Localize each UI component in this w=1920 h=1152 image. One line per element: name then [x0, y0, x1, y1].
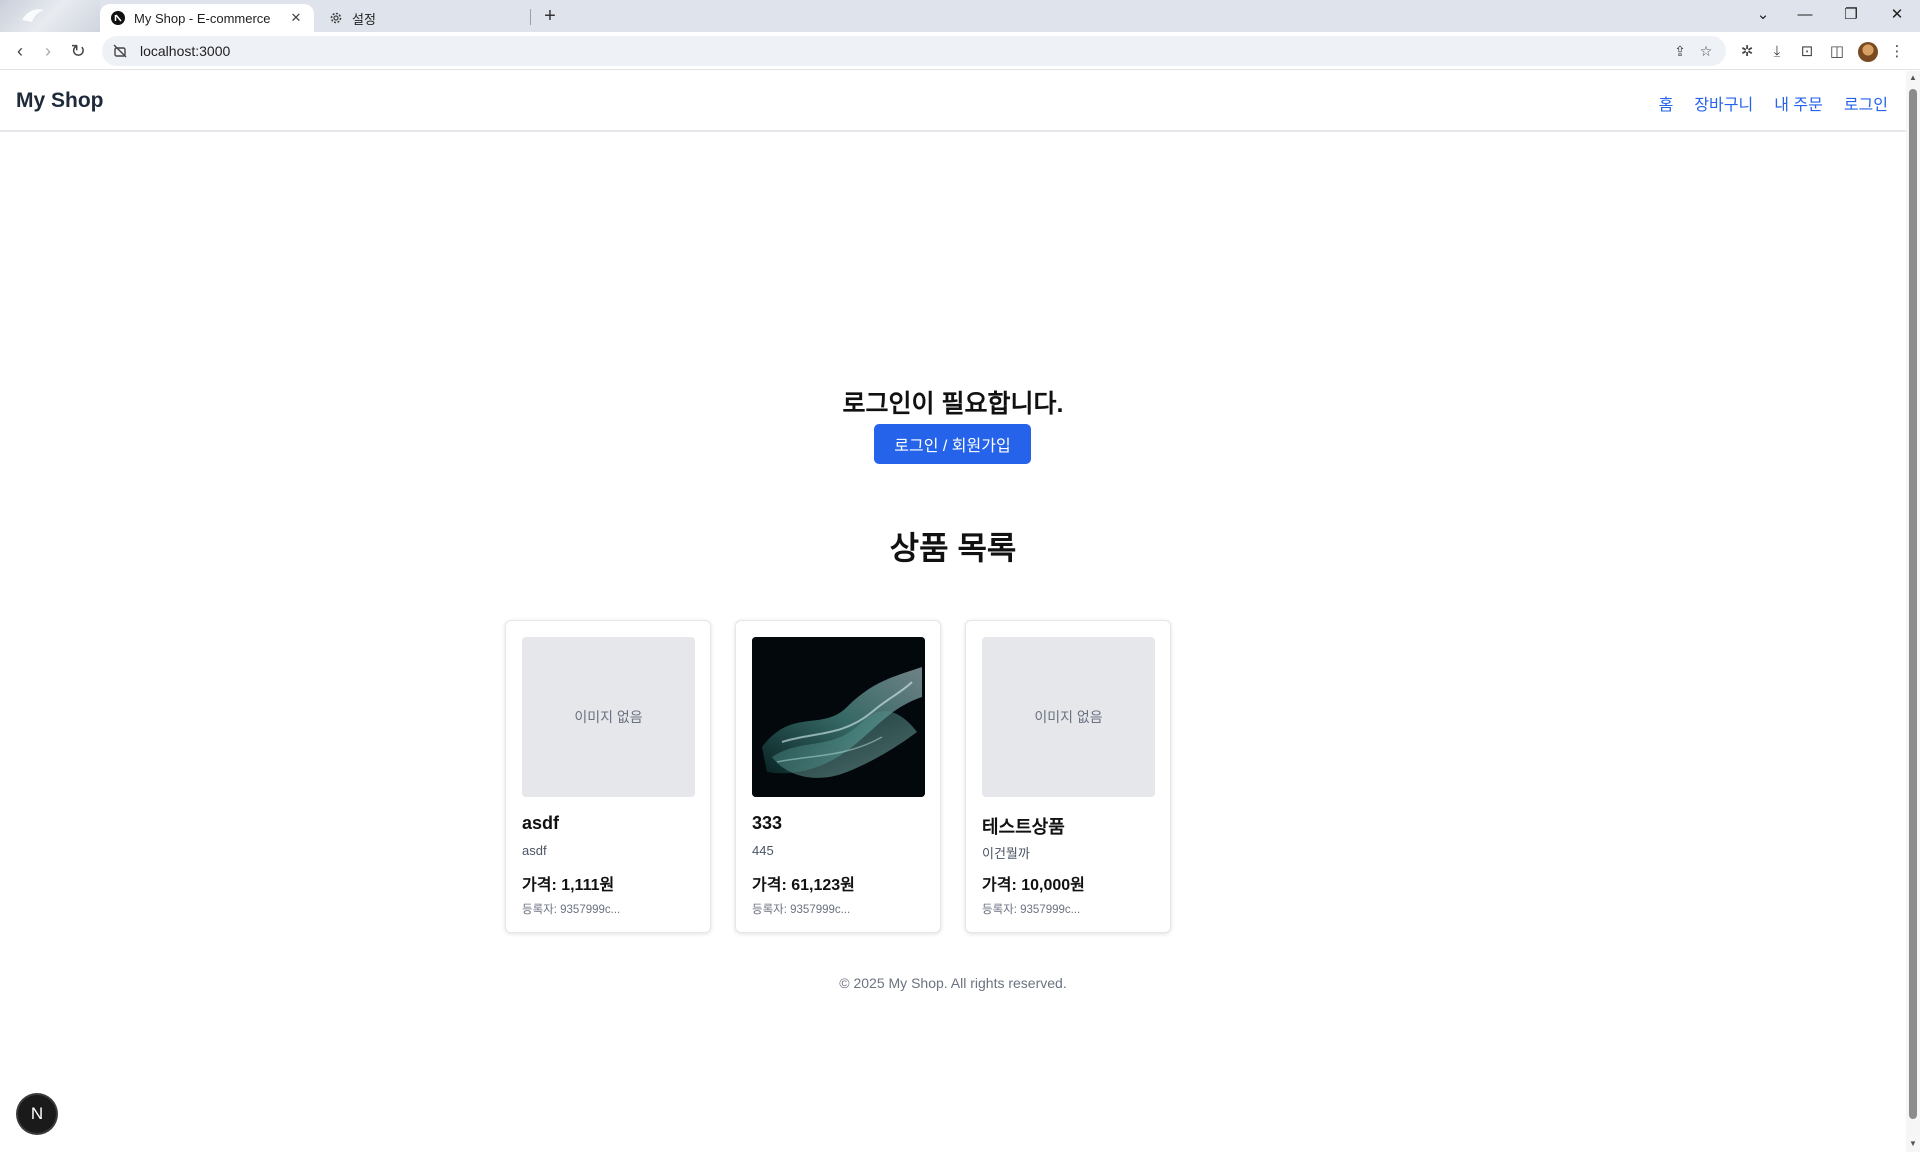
product-seller: 등록자: 9357999c... [522, 904, 621, 916]
nav-orders-link[interactable]: 내 주문 [1774, 91, 1823, 115]
nextjs-icon [110, 10, 126, 26]
nextjs-dev-tools-button[interactable]: N [18, 1095, 56, 1133]
profile-avatar[interactable] [1858, 42, 1878, 62]
login-required-message: 로그인이 필요합니다. [842, 390, 1064, 418]
product-seller: 등록자: 9357999c... [982, 904, 1081, 916]
brand-logo[interactable]: My Shop [16, 89, 104, 113]
browser-tabstrip: My Shop - E-commerce ✕ 설정 + ⌄ — ❐ ✕ [0, 0, 1920, 32]
tab-search-area[interactable] [0, 0, 100, 32]
product-card[interactable]: 이미지 없음 asdf asdf 가격: 1,111원 등록자: 9357999… [505, 620, 711, 933]
product-list-title: 상품 목록 [889, 530, 1017, 566]
product-card[interactable]: 333 445 가격: 61,123원 등록자: 9357999c... [735, 620, 941, 933]
product-name: 테스트상품 [982, 817, 1065, 837]
product-image-placeholder: 이미지 없음 [522, 637, 695, 797]
tab-title: My Shop - E-commerce [134, 10, 271, 26]
product-name: 333 [752, 813, 783, 833]
tab-title: 설정 [352, 11, 376, 27]
product-card[interactable]: 이미지 없음 테스트상품 이건뭘까 가격: 10,000원 등록자: 93579… [965, 620, 1171, 933]
product-price: 가격: 1,111원 [522, 877, 615, 894]
address-bar[interactable]: localhost:3000 [102, 36, 1726, 66]
tab-settings[interactable]: 설정 [318, 4, 532, 32]
split-view-icon[interactable]: ◫ [1826, 41, 1848, 63]
scroll-thumb[interactable] [1909, 89, 1917, 1119]
product-description: asdf [522, 843, 547, 858]
close-tab-icon[interactable]: ✕ [288, 10, 304, 26]
minimize-button[interactable]: — [1782, 0, 1828, 32]
screenshot-icon[interactable]: ⊡ [1796, 41, 1818, 63]
scroll-down-arrow-icon[interactable]: ▼ [1908, 1139, 1918, 1149]
close-window-button[interactable]: ✕ [1874, 0, 1920, 32]
browser-toolbar: ‹ › ↻ localhost:3000 ⇪ ☆ ✲ ⤓ ⊡ ◫ ⋮ [0, 32, 1920, 70]
share-icon[interactable]: ⇪ [1668, 39, 1692, 63]
main-nav: 홈 장바구니 내 주문 로그인 [1659, 91, 1888, 115]
nav-login-link[interactable]: 로그인 [1844, 91, 1888, 115]
site-header: My Shop 홈 장바구니 내 주문 로그인 [0, 71, 1906, 132]
product-description: 445 [752, 843, 774, 858]
new-tab-button[interactable]: + [538, 4, 562, 28]
abstract-smoke-image [752, 637, 925, 797]
reload-button[interactable]: ↻ [64, 37, 92, 65]
site-footer: © 2025 My Shop. All rights reserved. [839, 975, 1067, 991]
menu-kebab-icon[interactable]: ⋮ [1886, 41, 1908, 63]
bird-icon [22, 9, 44, 22]
restore-button[interactable]: ❐ [1828, 0, 1874, 32]
extensions-icon[interactable]: ✲ [1736, 41, 1758, 63]
forward-button[interactable]: › [34, 37, 62, 65]
back-button[interactable]: ‹ [6, 37, 34, 65]
bookmark-star-icon[interactable]: ☆ [1694, 39, 1718, 63]
product-seller: 등록자: 9357999c... [752, 904, 851, 916]
product-image [752, 637, 925, 797]
tab-my-shop[interactable]: My Shop - E-commerce ✕ [100, 4, 314, 32]
product-image-placeholder: 이미지 없음 [982, 637, 1155, 797]
page-scrollbar[interactable]: ▲ ▼ [1906, 71, 1920, 1152]
nav-cart-link[interactable]: 장바구니 [1694, 91, 1753, 115]
login-signup-button[interactable]: 로그인 / 회원가입 [874, 424, 1031, 464]
download-icon[interactable]: ⤓ [1766, 41, 1788, 63]
scroll-up-arrow-icon[interactable]: ▲ [1908, 73, 1918, 83]
nav-home-link[interactable]: 홈 [1659, 91, 1674, 115]
product-name: asdf [522, 813, 560, 833]
gear-icon [328, 10, 344, 26]
product-description: 이건뭘까 [982, 846, 1030, 861]
product-price: 가격: 10,000원 [982, 877, 1085, 894]
tab-search-dropdown-icon[interactable]: ⌄ [1740, 0, 1786, 32]
tab-divider [530, 9, 531, 25]
product-price: 가격: 61,123원 [752, 877, 855, 894]
page-viewport: My Shop 홈 장바구니 내 주문 로그인 로그인이 필요합니다. 로그인 … [0, 71, 1906, 1152]
url-text: localhost:3000 [140, 43, 231, 59]
site-info-icon[interactable] [112, 43, 128, 59]
